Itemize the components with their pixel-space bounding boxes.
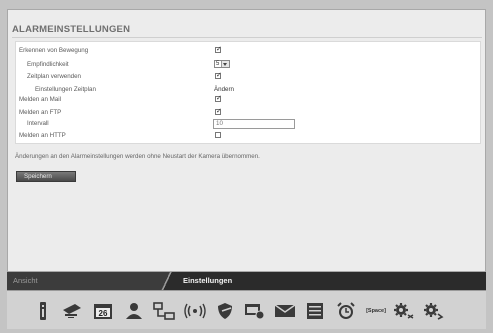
interval-input[interactable]: 10: [213, 119, 295, 129]
space-icon-label: [Space]: [366, 308, 386, 314]
report-ftp-checkbox[interactable]: [215, 107, 222, 115]
report-http-checkbox[interactable]: [215, 132, 221, 138]
motion-detection-label: Erkennen von Bewegung: [19, 47, 89, 54]
info-note: Änderungen an den Alarmeinstellungen wer…: [15, 153, 260, 160]
schedule-change-link[interactable]: Ändern: [214, 86, 234, 93]
network-icon[interactable]: [60, 300, 84, 322]
config-icon[interactable]: [391, 300, 415, 322]
schedule-settings-label: Einstellungen Zeitplan: [35, 86, 96, 93]
sensitivity-label: Empfindlichkeit: [27, 61, 69, 68]
wireless-icon[interactable]: [183, 300, 207, 322]
motion-detection-checkbox[interactable]: [215, 45, 222, 53]
date-icon[interactable]: 26: [91, 300, 115, 322]
chevron-down-icon: [221, 61, 229, 67]
sensitivity-select[interactable]: 5: [214, 60, 230, 68]
use-schedule-label: Zeitplan verwenden: [27, 73, 82, 80]
mail-icon[interactable]: [273, 300, 297, 322]
storage-icon[interactable]: [303, 300, 327, 322]
shield-icon[interactable]: [213, 300, 237, 322]
sensitivity-value: 5: [216, 61, 220, 67]
space-icon[interactable]: [Space]: [363, 300, 389, 322]
tab-bar: Ansicht Einstellungen: [7, 272, 486, 290]
title-divider: [12, 37, 482, 38]
lan-icon[interactable]: [152, 300, 176, 322]
settings-toolbar: 26 [Space]: [7, 290, 486, 329]
advanced-icon[interactable]: [421, 300, 445, 322]
info-icon[interactable]: [31, 300, 55, 322]
save-button[interactable]: Speichern: [16, 171, 76, 182]
interval-label: Intervall: [27, 120, 49, 127]
page-title: ALARMEINSTELLUNGEN: [12, 24, 131, 35]
date-icon-number: 26: [99, 309, 108, 318]
report-mail-label: Melden an Mail: [19, 96, 61, 103]
report-http-label: Melden an HTTP: [19, 132, 66, 139]
app-frame: ALARMEINSTELLUNGEN Erkennen von Bewegung…: [0, 0, 493, 333]
tab-view-label: Ansicht: [13, 276, 38, 285]
report-ftp-label: Melden an FTP: [19, 109, 62, 116]
tab-view[interactable]: Ansicht: [7, 272, 167, 290]
report-mail-checkbox[interactable]: [215, 94, 222, 102]
camera-settings-icon[interactable]: [243, 300, 267, 322]
use-schedule-checkbox[interactable]: [215, 71, 222, 79]
tab-separator: [159, 272, 175, 290]
tab-settings[interactable]: Einstellungen: [167, 272, 486, 290]
user-icon[interactable]: [122, 300, 146, 322]
alarm-icon[interactable]: [334, 300, 358, 322]
tab-settings-label: Einstellungen: [183, 276, 233, 285]
